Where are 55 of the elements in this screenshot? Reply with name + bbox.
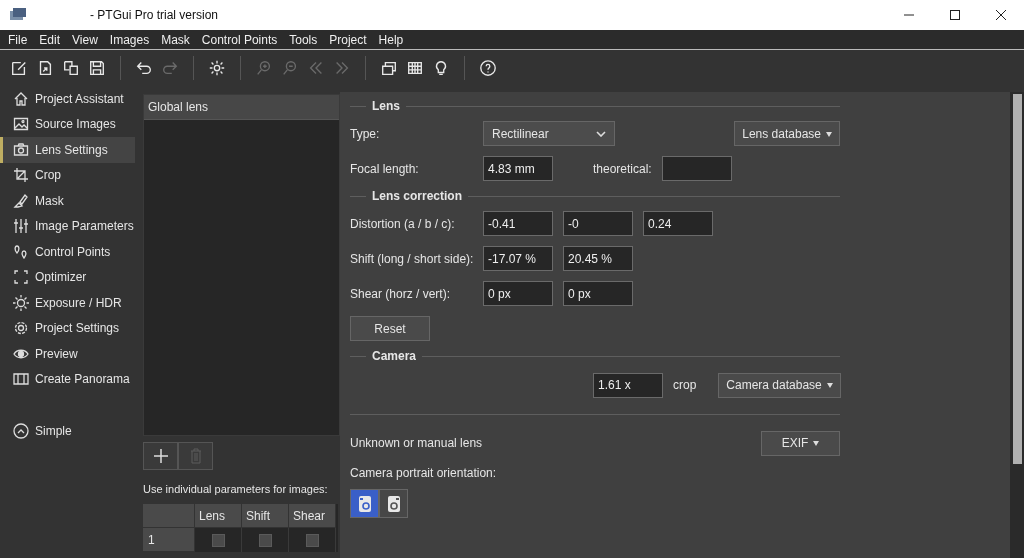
section-title: Lens correction (372, 189, 463, 203)
exif-button[interactable]: EXIF (761, 430, 840, 456)
field-label: Type: (350, 126, 381, 141)
sidebar-item[interactable]: Control Points (0, 239, 135, 265)
sidebar-item[interactable]: Project Assistant (0, 86, 135, 112)
menu-item[interactable]: Project (323, 32, 373, 47)
sidebar-item[interactable]: Lens Settings (0, 137, 135, 163)
type-dropdown[interactable]: Rectilinear (483, 121, 615, 146)
value-field[interactable]: -0.41 (483, 211, 553, 236)
lens-status-text: Unknown or manual lens (350, 436, 483, 450)
menu-item[interactable]: Tools (283, 32, 324, 47)
field-label: Shift (long / short side): (350, 251, 473, 266)
sidebar-item[interactable]: Image Parameters (0, 213, 135, 239)
sidebar-item[interactable]: Optimizer (0, 264, 135, 290)
section-title: Camera (372, 349, 417, 363)
column-header: Shear (289, 504, 336, 528)
value-field[interactable]: 0 px (483, 281, 553, 306)
menu-item[interactable]: Control Points (195, 32, 284, 47)
field-label: theoretical: (593, 161, 652, 176)
lens-list-item[interactable]: Global lens (144, 95, 339, 120)
window-title: - PTGui Pro trial version (90, 8, 219, 22)
individual-parameters-label: Use individual parameters for images: (143, 483, 329, 495)
sidebar-item[interactable]: Preview (0, 341, 135, 367)
reset-button[interactable]: Reset (350, 316, 430, 341)
value-field[interactable]: 20.45 % (563, 246, 633, 271)
field-label: Distortion (a / b / c): (350, 216, 456, 231)
field-label: crop (673, 378, 697, 392)
simple-mode-button[interactable]: Simple (0, 418, 135, 443)
sidebar-item[interactable]: Mask (0, 188, 135, 214)
sidebar-item[interactable]: Create Panorama (0, 366, 135, 392)
value-field[interactable]: 0.24 (643, 211, 713, 236)
lens-database-button[interactable]: Lens database (734, 121, 840, 146)
crop-factor-field[interactable]: 1.61 x (593, 372, 663, 398)
sidebar-item[interactable]: Project Settings (0, 315, 135, 341)
value-field[interactable]: -17.07 % (483, 246, 553, 271)
value-field[interactable]: -0 (563, 211, 633, 236)
column-header: Lens (195, 504, 242, 528)
camera-database-button[interactable]: Camera database (718, 372, 841, 398)
menu-item[interactable]: Help (372, 32, 410, 47)
menu-item[interactable]: Images (103, 32, 156, 47)
field-label: Shear (horz / vert): (350, 286, 452, 301)
focal-length-field[interactable]: 4.83 mm (483, 156, 553, 181)
menu-item[interactable]: Edit (33, 32, 67, 47)
sidebar-item[interactable]: Exposure / HDR (0, 290, 135, 316)
value-field[interactable]: 0 px (563, 281, 633, 306)
column-header: Shift (242, 504, 289, 528)
field-label: Focal length: (350, 161, 420, 176)
portrait-orientation-label: Camera portrait orientation: (350, 466, 498, 480)
row-header: 1 (143, 528, 195, 552)
menu-item[interactable]: View (66, 32, 104, 47)
sidebar-item[interactable]: Source Images (0, 111, 135, 137)
menu-item[interactable]: Mask (155, 32, 196, 47)
section-title: Lens (372, 99, 400, 113)
menu-item[interactable]: File (2, 32, 34, 47)
sidebar-item[interactable]: Crop (0, 162, 135, 188)
